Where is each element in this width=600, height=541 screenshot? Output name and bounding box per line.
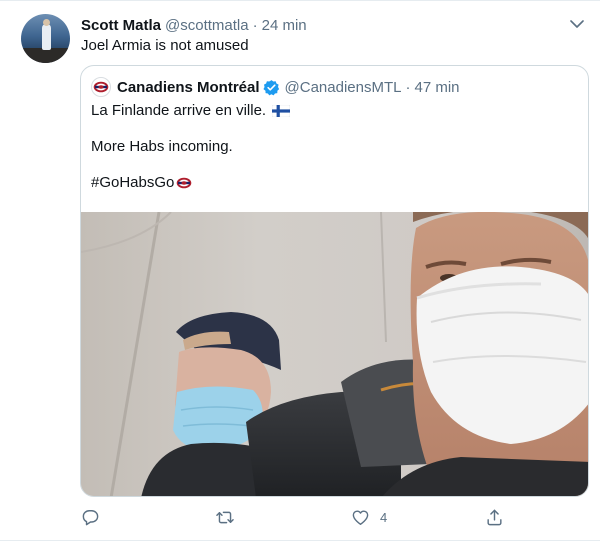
habs-hashflag-icon (176, 177, 192, 189)
heart-icon (351, 508, 370, 527)
quoted-text-line-1: La Finlande arrive en ville. (91, 102, 291, 119)
separator-dot: · (405, 78, 411, 96)
quoted-author-name[interactable]: Canadiens Montréal (117, 79, 260, 96)
share-icon (485, 508, 504, 527)
quoted-text-line-2: More Habs incoming. (91, 138, 233, 155)
verified-badge-icon (262, 79, 280, 96)
separator-dot: · (252, 16, 258, 34)
like-button[interactable]: 4 (351, 505, 387, 529)
share-button[interactable] (485, 505, 504, 529)
retweet-button[interactable] (215, 505, 235, 529)
avatar[interactable] (21, 14, 70, 63)
chevron-down-icon[interactable] (568, 17, 586, 31)
author-name[interactable]: Scott Matla (81, 17, 161, 34)
author-handle[interactable]: @scottmatla (165, 17, 249, 34)
quoted-text-line-1-label: La Finlande arrive en ville. (91, 102, 267, 119)
quoted-tweet-header: Canadiens Montréal @CanadiensMTL · 47 mi… (91, 76, 460, 98)
reply-button[interactable] (81, 505, 100, 529)
retweet-icon (215, 508, 235, 527)
quoted-tweet[interactable]: Canadiens Montréal @CanadiensMTL · 47 mi… (80, 65, 589, 497)
tweet-photo[interactable] (81, 212, 588, 496)
reply-icon (81, 508, 100, 527)
tweet[interactable]: Scott Matla @scottmatla · 24 min Joel Ar… (0, 0, 600, 541)
hashtag-link[interactable]: #GoHabsGo (91, 174, 174, 191)
tweet-time[interactable]: 24 min (262, 17, 307, 34)
quoted-tweet-time[interactable]: 47 min (414, 79, 459, 96)
tweet-text: Joel Armia is not amused (81, 37, 249, 54)
canadiens-logo-icon (91, 77, 111, 97)
tweet-header: Scott Matla @scottmatla · 24 min (81, 15, 307, 35)
quoted-author-handle[interactable]: @CanadiensMTL (285, 79, 402, 96)
tweet-actions: 4 (81, 505, 511, 529)
like-count: 4 (380, 509, 388, 525)
quoted-hashtag-line: #GoHabsGo (91, 174, 192, 191)
finland-flag-icon (272, 104, 291, 117)
